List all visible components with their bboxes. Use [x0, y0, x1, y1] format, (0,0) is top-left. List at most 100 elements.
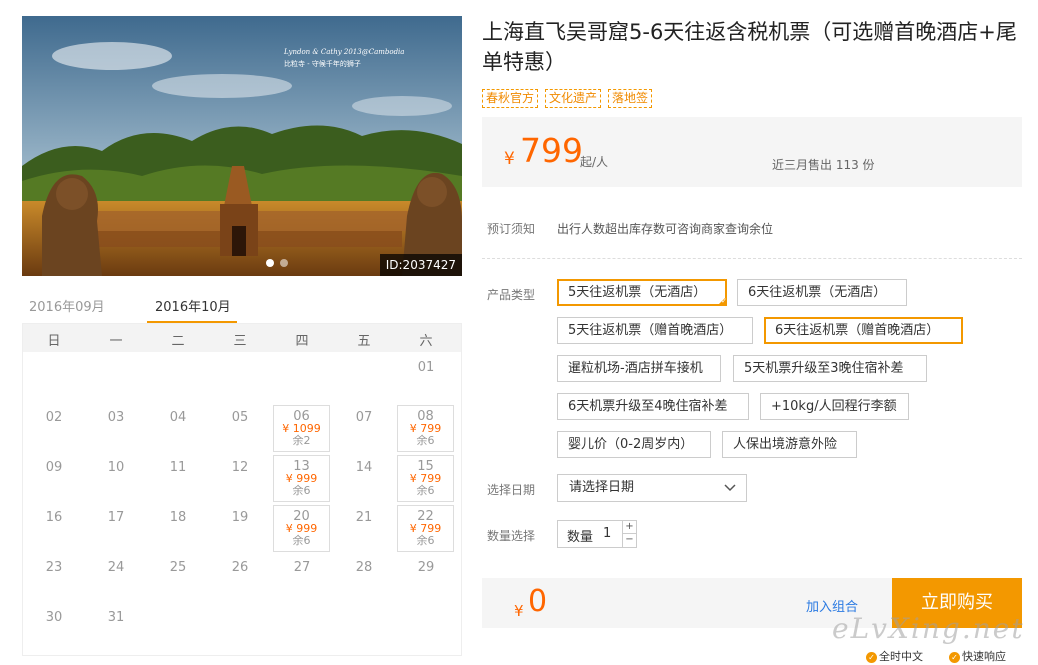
calendar-day: 04: [169, 410, 187, 425]
tag-official[interactable]: 春秋官方: [482, 89, 539, 108]
section-divider: [482, 258, 1022, 259]
option-label: +10kg/人回程行李额: [771, 399, 897, 414]
quantity-label: 数量选择: [487, 529, 536, 543]
badge-fast-response: ✓ 快速响应: [949, 648, 1006, 664]
booking-notice-text: 出行人数超出库存数可咨询商家查询余位: [557, 222, 774, 236]
calendar-day: 23: [45, 560, 63, 575]
calendar-day: 05: [231, 410, 249, 425]
calendar-day-available[interactable]: 20 ¥ 999 余6: [273, 505, 330, 552]
option-label: 6天往返机票（无酒店）: [748, 285, 887, 300]
calendar-day: 27: [293, 560, 311, 575]
page: Lyndon & Cathy 2013@Cambodia 比粒寺 - 守候千年的…: [0, 0, 1038, 665]
selected-check-icon: [717, 296, 727, 306]
product-type-option[interactable]: 暹粒机场-酒店拼车接机: [557, 355, 721, 382]
carousel-dot-2[interactable]: [280, 259, 288, 267]
product-tags: 春秋官方 文化遗产 落地签: [482, 87, 659, 108]
calendar-day-available[interactable]: 06 ¥ 1099 余2: [273, 405, 330, 452]
calendar-day: 17: [107, 510, 125, 525]
quantity-buttons: + −: [622, 521, 636, 547]
weekday-label: 一: [109, 334, 123, 349]
tab-month-september[interactable]: 2016年09月: [29, 296, 105, 315]
check-icon: ✓: [949, 652, 960, 663]
quantity-plus-button[interactable]: +: [623, 521, 636, 534]
check-icon: ✓: [866, 652, 877, 663]
carousel-dot-1[interactable]: [266, 259, 274, 267]
option-label: 5天机票升级至3晚住宿补差: [744, 361, 904, 376]
calendar-day: 16: [45, 510, 63, 525]
calendar-day: 11: [169, 460, 187, 475]
photo-caption: Lyndon & Cathy 2013@Cambodia 比粒寺 - 守候千年的…: [284, 46, 404, 70]
product-title: 上海直飞吴哥窟5-6天往返含税机票（可选赠首晚酒店+尾单特惠）: [482, 20, 1017, 74]
product-type-option[interactable]: 婴儿价（0-2周岁内）: [557, 431, 711, 458]
option-label: 暹粒机场-酒店拼车接机: [568, 361, 703, 376]
product-photo[interactable]: Lyndon & Cathy 2013@Cambodia 比粒寺 - 守候千年的…: [22, 16, 462, 276]
calendar-day: 03: [107, 410, 125, 425]
carousel-dots[interactable]: [266, 252, 294, 271]
product-id-badge: ID:2037427: [379, 254, 462, 276]
product-type-option[interactable]: 人保出境游意外险: [722, 431, 857, 458]
option-label: 6天往返机票（赠首晚酒店）: [775, 323, 940, 338]
date-select[interactable]: 请选择日期: [557, 474, 747, 502]
total-price: 0: [528, 584, 548, 619]
product-type-option[interactable]: 6天往返机票（无酒店）: [737, 279, 907, 306]
calendar-day: 02: [45, 410, 63, 425]
calendar-day: 09: [45, 460, 63, 475]
calendar-day-available[interactable]: 08 ¥ 799 余6: [397, 405, 454, 452]
calendar-day-available[interactable]: 13 ¥ 999 余6: [273, 455, 330, 502]
calendar-day: 07: [355, 410, 373, 425]
price-panel: ¥ 799 起/人 近三月售出 113 份: [482, 117, 1022, 187]
product-type-option[interactable]: +10kg/人回程行李额: [760, 393, 909, 420]
day-remaining: 余6: [292, 484, 311, 497]
weekday-label: 四: [295, 334, 309, 349]
chevron-down-icon: [724, 475, 736, 510]
quantity-input[interactable]: 1: [603, 526, 611, 541]
calendar-day: 26: [231, 560, 249, 575]
sales-count: 近三月售出 113 份: [772, 158, 875, 172]
calendar-day: 18: [169, 510, 187, 525]
departure-calendar: 日 一 二 三 四 五 六 01 02 03 04 05 06 ¥ 1099 余2 07 08 ¥ 799 余6 0…: [22, 323, 462, 656]
product-type-label: 产品类型: [487, 288, 536, 302]
month-tabs: 2016年09月 2016年10月: [22, 286, 462, 324]
calendar-day-available[interactable]: 15 ¥ 799 余6: [397, 455, 454, 502]
price-currency: ¥: [504, 149, 515, 169]
service-badges: ✓ 全时中文 ✓ 快速响应: [866, 648, 1032, 664]
calendar-day: 30: [45, 610, 63, 625]
product-type-option[interactable]: 5天机票升级至3晚住宿补差: [733, 355, 927, 382]
badge-label: 全时中文: [879, 650, 923, 663]
product-type-option[interactable]: 6天机票升级至4晚住宿补差: [557, 393, 749, 420]
weekday-label: 六: [419, 334, 433, 349]
date-label: 选择日期: [487, 483, 536, 497]
calendar-day-available[interactable]: 22 ¥ 799 余6: [397, 505, 454, 552]
calendar-weekday-header: 日一二三四五六: [23, 324, 461, 352]
weekday-label: 日: [47, 334, 61, 349]
tag-visa-on-arrival[interactable]: 落地签: [608, 89, 653, 108]
calendar-day: 14: [355, 460, 373, 475]
option-label: 人保出境游意外险: [733, 437, 838, 452]
option-label: 6天机票升级至4晚住宿补差: [568, 399, 728, 414]
badge-label: 快速响应: [962, 650, 1006, 663]
photo-caption-cn: 比粒寺 - 守候千年的狮子: [284, 60, 361, 68]
tab-month-october[interactable]: 2016年10月: [155, 296, 231, 315]
product-type-option[interactable]: 6天往返机票（赠首晚酒店）: [764, 317, 963, 344]
site-watermark: eLvXing.net: [832, 612, 1025, 645]
booking-notice-label: 预订须知: [487, 222, 536, 236]
quantity-stepper: 数量 1 + −: [557, 520, 637, 548]
calendar-day: 28: [355, 560, 373, 575]
calendar-day: 25: [169, 560, 187, 575]
calendar-day: 29: [417, 560, 435, 575]
option-label: 5天往返机票（无酒店）: [568, 285, 707, 300]
option-label: 5天往返机票（赠首晚酒店）: [568, 323, 733, 338]
tag-heritage[interactable]: 文化遗产: [545, 89, 602, 108]
photo-caption-en: Lyndon & Cathy 2013@Cambodia: [284, 48, 405, 56]
weekday-label: 五: [357, 334, 371, 349]
total-currency: ¥: [514, 602, 524, 620]
price-unit: 起/人: [580, 155, 609, 169]
calendar-day: 01: [417, 360, 435, 375]
date-select-value: 请选择日期: [569, 480, 635, 495]
product-type-option[interactable]: 5天往返机票（赠首晚酒店）: [557, 317, 753, 344]
calendar-day: 21: [355, 510, 373, 525]
day-remaining: 余6: [416, 534, 435, 547]
quantity-minus-button[interactable]: −: [623, 534, 636, 547]
calendar-day: 10: [107, 460, 125, 475]
product-type-option[interactable]: 5天往返机票（无酒店）: [557, 279, 727, 306]
